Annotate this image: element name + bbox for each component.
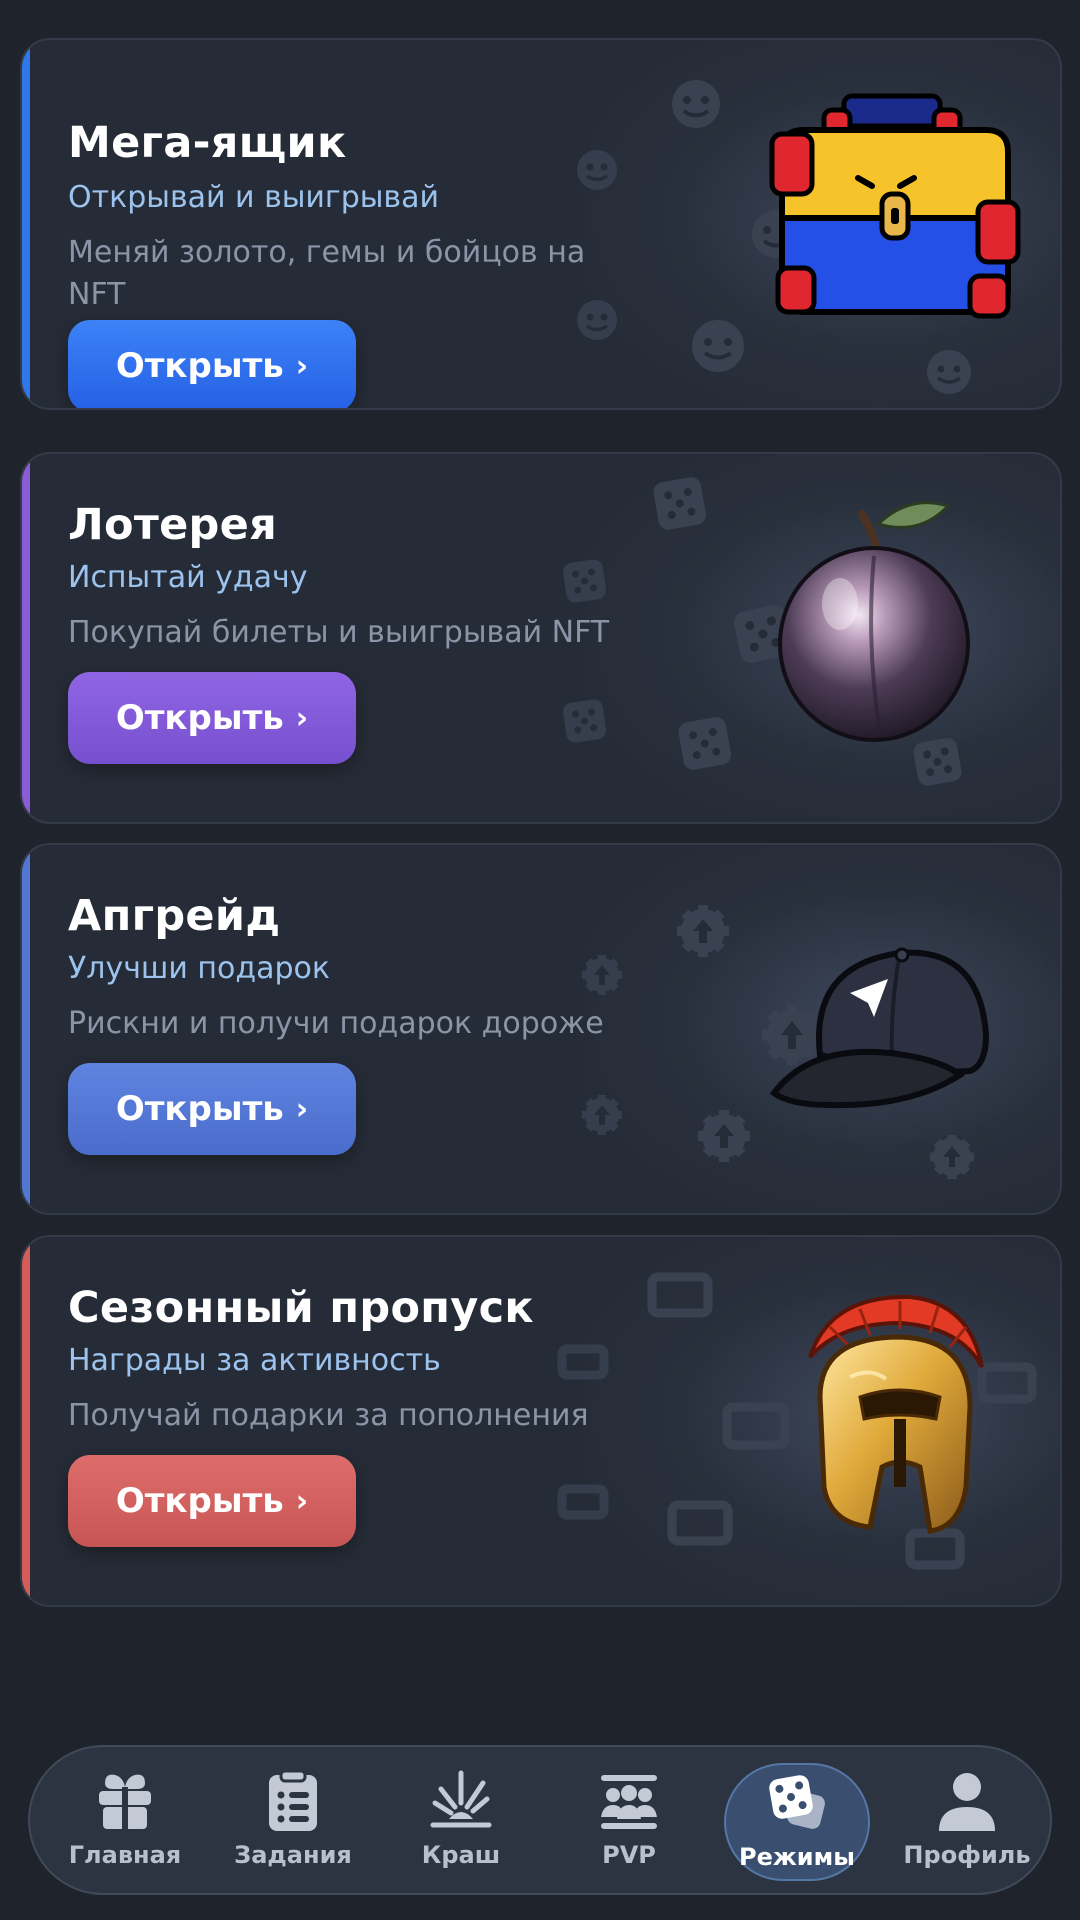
card-description: Покупай билеты и выигрывай NFT bbox=[68, 615, 610, 650]
chevron-right-icon: › bbox=[295, 700, 309, 736]
nav-profile[interactable]: Профиль bbox=[894, 1763, 1040, 1881]
nav-home[interactable]: Главная bbox=[52, 1763, 198, 1881]
nav-crash[interactable]: Краш bbox=[388, 1763, 534, 1881]
profile-icon bbox=[935, 1763, 999, 1833]
card-description: Меняй золото, гемы и бойцов на NFT bbox=[68, 235, 586, 312]
nav-label: Профиль bbox=[903, 1841, 1031, 1869]
bottom-nav: Главная Задания Краш PVP Режимы Профиль bbox=[28, 1745, 1052, 1895]
nav-label: Режимы bbox=[739, 1843, 855, 1871]
chevron-right-icon: › bbox=[295, 1483, 309, 1519]
dice-icon bbox=[765, 1765, 829, 1835]
card-title: Лотерея bbox=[68, 500, 277, 550]
clipboard-icon bbox=[263, 1763, 323, 1833]
crash-icon bbox=[429, 1763, 493, 1833]
card-subtitle: Испытай удачу bbox=[68, 560, 308, 595]
card-description: Рискни и получи подарок дороже bbox=[68, 1006, 604, 1041]
nav-modes[interactable]: Режимы bbox=[724, 1763, 870, 1881]
chevron-right-icon: › bbox=[295, 1091, 309, 1127]
nav-label: Задания bbox=[234, 1841, 352, 1869]
nav-pvp[interactable]: PVP bbox=[556, 1763, 702, 1881]
open-mega-box-button[interactable]: Открыть › bbox=[68, 320, 356, 408]
mega-box-card[interactable]: Мега-ящик Открывай и выигрывай Меняй зол… bbox=[20, 38, 1062, 410]
nav-label: PVP bbox=[602, 1841, 656, 1869]
card-title: Мега-ящик bbox=[68, 118, 347, 168]
nav-label: Краш bbox=[421, 1841, 501, 1869]
open-upgrade-button[interactable]: Открыть › bbox=[68, 1063, 356, 1155]
helmet-image bbox=[808, 1294, 984, 1534]
gift-icon bbox=[93, 1763, 157, 1833]
open-season-pass-button[interactable]: Открыть › bbox=[68, 1455, 356, 1547]
season-pass-card[interactable]: Сезонный пропуск Награды за активность П… bbox=[20, 1235, 1062, 1607]
chevron-right-icon: › bbox=[295, 348, 309, 384]
lottery-card[interactable]: Лотерея Испытай удачу Покупай билеты и в… bbox=[20, 452, 1062, 824]
button-label: Открыть bbox=[115, 1089, 284, 1129]
nav-label: Главная bbox=[68, 1841, 182, 1869]
card-subtitle: Улучши подарок bbox=[68, 951, 331, 986]
card-description: Получай подарки за пополнения bbox=[68, 1398, 589, 1433]
nav-tasks[interactable]: Задания bbox=[220, 1763, 366, 1881]
cap-image bbox=[770, 947, 990, 1109]
upgrade-card[interactable]: Апгрейд Улучши подарок Рискни и получи п… bbox=[20, 843, 1062, 1215]
open-lottery-button[interactable]: Открыть › bbox=[68, 672, 356, 764]
card-title: Апгрейд bbox=[68, 891, 281, 941]
button-label: Открыть bbox=[115, 698, 284, 738]
card-subtitle: Открывай и выигрывай bbox=[68, 180, 439, 215]
pvp-icon bbox=[597, 1763, 661, 1833]
button-label: Открыть bbox=[115, 1481, 284, 1521]
card-title: Сезонный пропуск bbox=[68, 1283, 534, 1333]
plum-image bbox=[778, 501, 970, 742]
button-label: Открыть bbox=[115, 346, 284, 386]
mega-box-image bbox=[769, 93, 1021, 319]
card-subtitle: Награды за активность bbox=[68, 1343, 441, 1378]
